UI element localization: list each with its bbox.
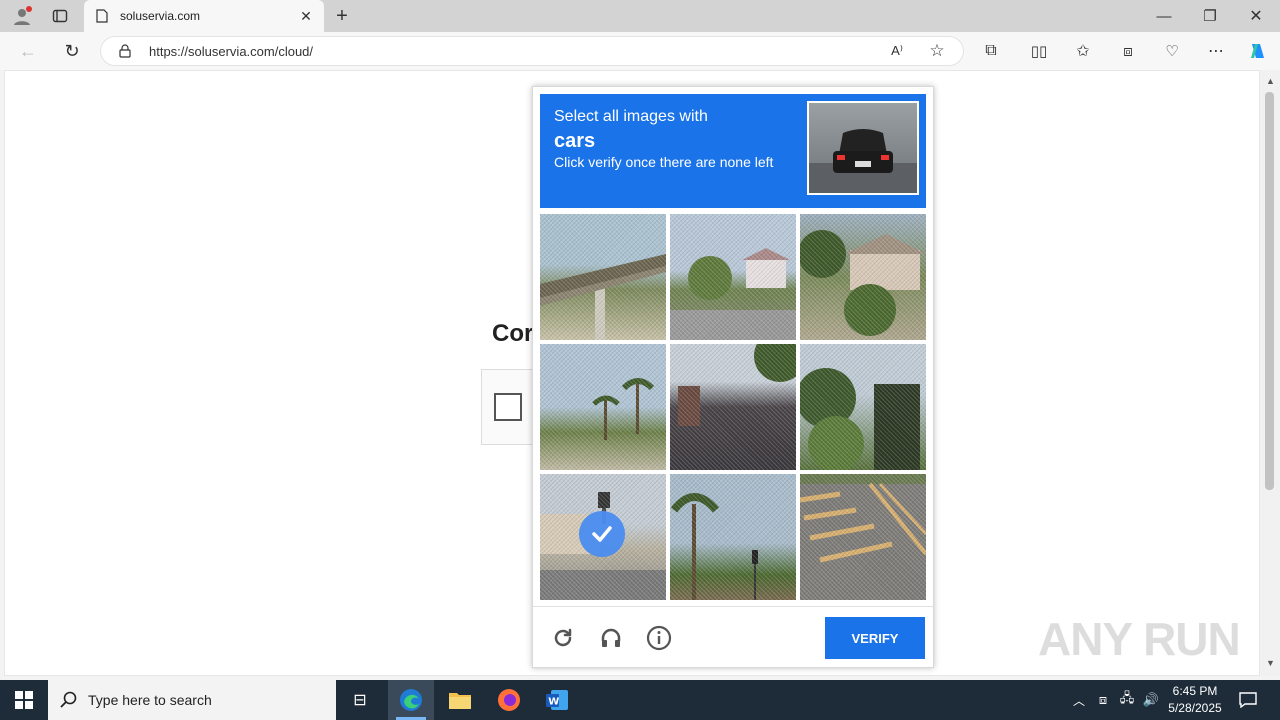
search-placeholder: Type here to search: [88, 692, 212, 708]
new-tab-icon[interactable]: +: [330, 4, 354, 28]
refresh-icon[interactable]: [549, 624, 577, 652]
tab-active[interactable]: soluservia.com ✕: [84, 0, 324, 32]
svg-text:W: W: [548, 697, 559, 708]
captcha-tile-1[interactable]: [540, 214, 666, 340]
address-bar[interactable]: https://soluservia.com/cloud/ A⁾ ☆: [100, 36, 964, 66]
captcha-prompt: Select all images with: [554, 108, 708, 125]
robot-checkbox[interactable]: [494, 393, 522, 421]
captcha-tile-2[interactable]: [670, 214, 796, 340]
profile-icon[interactable]: [10, 4, 34, 28]
captcha-tile-3[interactable]: [800, 214, 926, 340]
back-icon[interactable]: ←: [16, 40, 40, 62]
captcha-header: Select all images with cars Click verify…: [540, 94, 926, 208]
favorites-icon[interactable]: ✩: [1072, 40, 1094, 62]
volume-icon[interactable]: 🔊: [1142, 690, 1160, 710]
scroll-up-icon[interactable]: ▲: [1262, 74, 1279, 88]
network-icon[interactable]: 🖧: [1118, 690, 1136, 710]
url-text: https://soluservia.com/cloud/: [149, 44, 314, 59]
scrollbar-thumb[interactable]: [1265, 92, 1274, 490]
copilot-icon[interactable]: [1246, 40, 1270, 62]
selected-check-icon: [579, 511, 625, 557]
captcha-tile-9[interactable]: [800, 474, 926, 600]
minimize-icon[interactable]: —: [1152, 4, 1176, 28]
collections-icon[interactable]: ⧈: [1117, 40, 1139, 62]
restore-icon[interactable]: ❐: [1198, 4, 1222, 28]
file-explorer-icon[interactable]: [446, 686, 474, 714]
split-screen-icon[interactable]: ▯▯: [1028, 40, 1050, 62]
tray-device-icon[interactable]: ⧈: [1094, 690, 1112, 710]
clock-date: 5/28/2025: [1168, 701, 1222, 715]
taskbar-search[interactable]: Type here to search: [48, 680, 336, 720]
lock-icon: [119, 44, 131, 63]
firefox-icon[interactable]: [495, 686, 523, 714]
page-heading: Cor: [492, 320, 534, 347]
word-icon[interactable]: W: [543, 686, 571, 714]
taskbar-clock[interactable]: 6:45 PM 5/28/2025: [1166, 683, 1224, 717]
captcha-tile-6[interactable]: [800, 344, 926, 470]
tab-title: soluservia.com: [120, 9, 201, 23]
anyrun-watermark: ANY RUN: [1038, 613, 1241, 665]
taskbar-edge-active[interactable]: [388, 680, 434, 720]
notifications-icon[interactable]: [1236, 688, 1260, 712]
more-options-icon[interactable]: ⋯: [1205, 40, 1227, 62]
headphones-icon[interactable]: [597, 624, 625, 652]
scroll-down-icon[interactable]: ▼: [1262, 656, 1279, 670]
captcha-tile-8[interactable]: [670, 474, 796, 600]
read-aloud-icon[interactable]: A⁾: [887, 42, 907, 60]
extensions-icon[interactable]: ⧉: [980, 40, 1002, 62]
captcha-tile-4[interactable]: [540, 344, 666, 470]
captcha-sample-image: [807, 101, 919, 195]
task-view-icon[interactable]: ⊟: [346, 686, 374, 714]
performance-icon[interactable]: ♡: [1161, 40, 1183, 62]
tab-actions-icon[interactable]: [48, 4, 72, 28]
info-icon[interactable]: [645, 624, 673, 652]
favorite-star-icon[interactable]: ☆: [927, 41, 947, 60]
tab-close-icon[interactable]: ✕: [298, 8, 314, 24]
windows-start-icon[interactable]: [0, 680, 48, 720]
captcha-tile-5[interactable]: [670, 344, 796, 470]
close-window-icon[interactable]: ✕: [1244, 4, 1268, 28]
captcha-tile-7[interactable]: [540, 474, 666, 600]
page-icon: [96, 9, 108, 28]
refresh-page-icon[interactable]: ↻: [60, 40, 84, 62]
search-icon: [60, 691, 78, 714]
captcha-divider: [533, 606, 933, 607]
captcha-instruction: Click verify once there are none left: [554, 154, 774, 170]
tray-chevron-icon[interactable]: ︿: [1070, 690, 1088, 710]
clock-time: 6:45 PM: [1172, 684, 1218, 698]
captcha-target: cars: [554, 130, 596, 152]
verify-button[interactable]: VERIFY: [825, 617, 925, 659]
